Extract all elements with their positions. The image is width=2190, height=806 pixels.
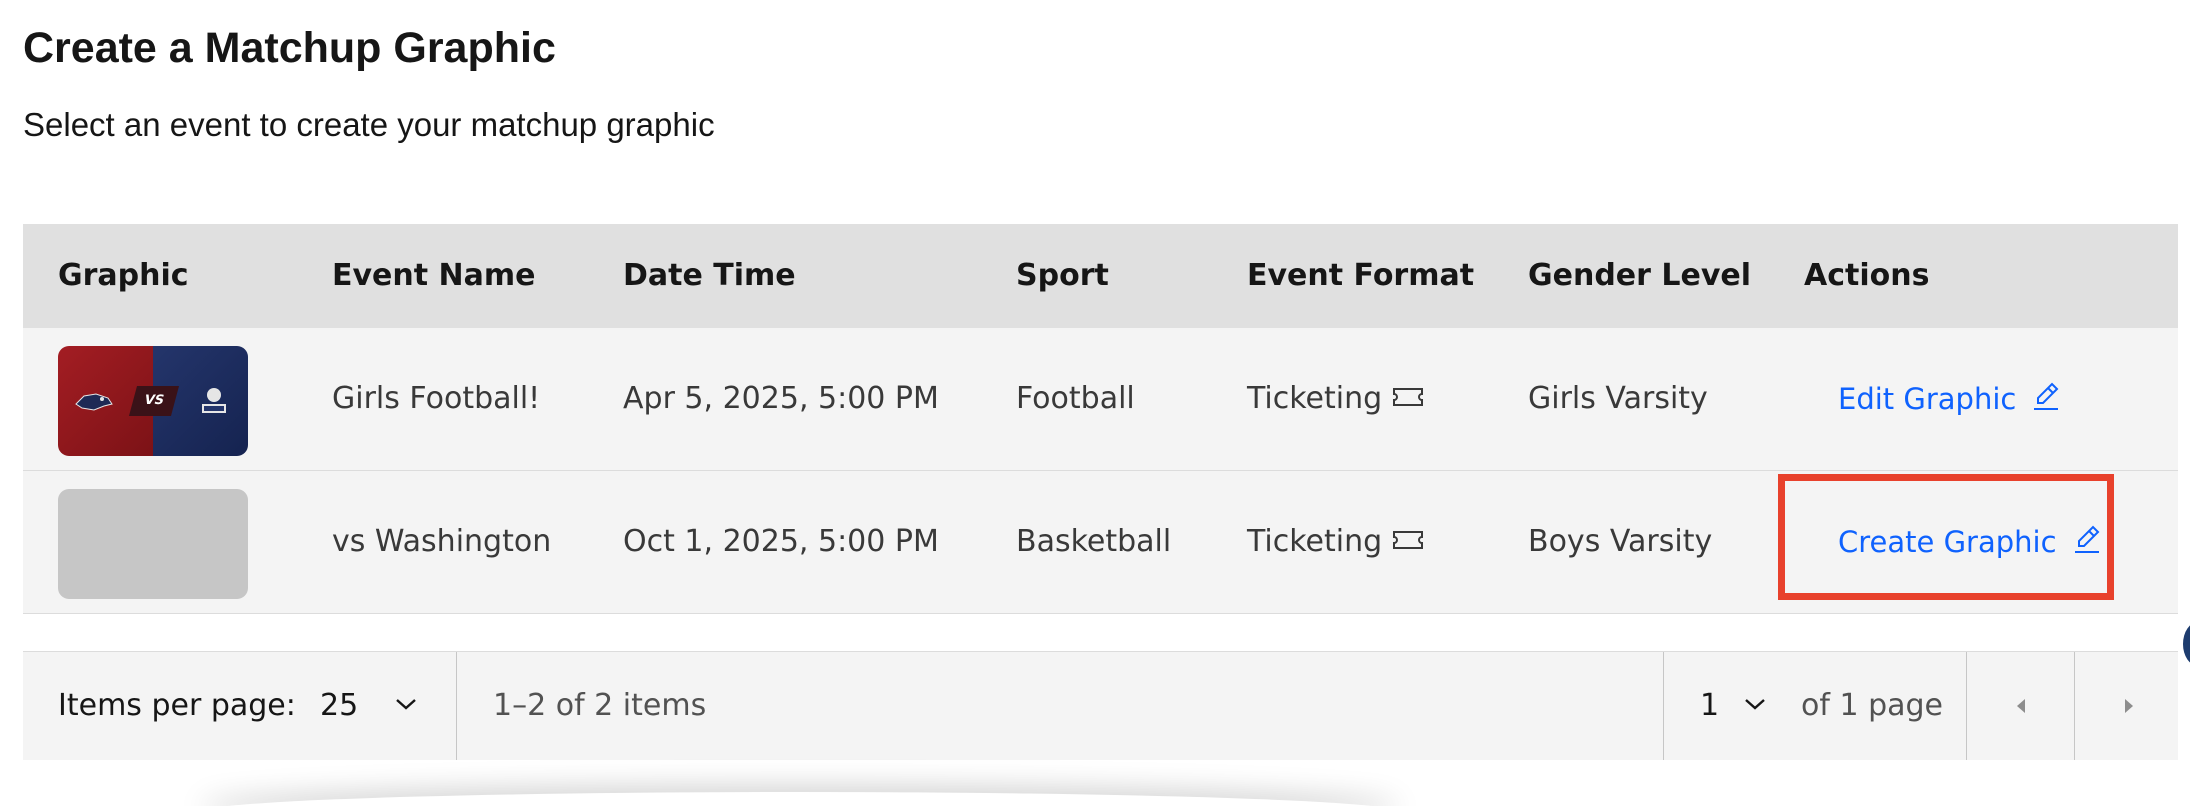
pagination-bar: Items per page: 25 1–2 of 2 items 1 of 1… xyxy=(23,651,2178,760)
pagination-divider xyxy=(456,652,457,760)
page-total-text: of 1 page xyxy=(1801,688,1944,723)
column-header-date-time: Date Time xyxy=(623,258,796,293)
pagination-divider xyxy=(1663,652,1664,760)
event-name: vs Washington xyxy=(332,524,552,559)
items-per-page-label: Items per page: xyxy=(58,688,296,723)
edit-graphic-label: Edit Graphic xyxy=(1838,382,2017,416)
next-page-button[interactable] xyxy=(2075,652,2183,760)
floating-help-button[interactable] xyxy=(2183,622,2190,666)
table-header: Graphic Event Name Date Time Sport Event… xyxy=(23,224,2178,328)
pencil-icon xyxy=(2034,382,2059,410)
matchup-graphic-thumbnail[interactable]: VS xyxy=(58,346,248,456)
chevron-down-icon xyxy=(1744,698,1765,710)
graphic-placeholder xyxy=(58,489,248,599)
column-header-event-format: Event Format xyxy=(1247,258,1475,293)
event-date-time: Apr 5, 2025, 5:00 PM xyxy=(623,381,939,416)
event-sport: Football xyxy=(1016,381,1135,416)
column-header-actions: Actions xyxy=(1804,258,1930,293)
items-per-page-value: 25 xyxy=(320,688,359,723)
table-row: vs Washington Oct 1, 2025, 5:00 PM Baske… xyxy=(23,471,2178,614)
page-title: Create a Matchup Graphic xyxy=(23,24,556,72)
create-graphic-label: Create Graphic xyxy=(1838,525,2057,559)
event-name: Girls Football! xyxy=(332,381,541,416)
event-date-time: Oct 1, 2025, 5:00 PM xyxy=(623,524,939,559)
home-team-logo-icon xyxy=(75,393,113,411)
caret-left-icon xyxy=(2017,699,2025,713)
column-header-event-name: Event Name xyxy=(332,258,536,293)
ticket-icon xyxy=(1393,530,1424,549)
current-page-value: 1 xyxy=(1700,688,1720,723)
event-format-label: Ticketing xyxy=(1247,524,1383,559)
page-number-select[interactable]: 1 xyxy=(1700,652,1767,760)
edit-graphic-link[interactable]: Edit Graphic xyxy=(1838,328,2062,470)
previous-page-button[interactable] xyxy=(1967,652,2075,760)
items-range-text: 1–2 of 2 items xyxy=(493,688,707,723)
event-gender-level: Girls Varsity xyxy=(1528,381,1708,416)
chevron-down-icon xyxy=(395,698,416,710)
event-format: Ticketing xyxy=(1247,328,1424,470)
table-row: VS Girls Football! Apr 5, 2025, 5:00 PM … xyxy=(23,328,2178,471)
caret-right-icon xyxy=(2125,699,2133,713)
events-table: Graphic Event Name Date Time Sport Event… xyxy=(23,224,2178,614)
pencil-icon xyxy=(2074,525,2099,553)
page: Create a Matchup Graphic Select an event… xyxy=(0,0,2190,806)
event-sport: Basketball xyxy=(1016,524,1172,559)
ticket-icon xyxy=(1393,387,1424,406)
column-header-sport: Sport xyxy=(1016,258,1109,293)
event-gender-level: Boys Varsity xyxy=(1528,524,1713,559)
create-graphic-link[interactable]: Create Graphic xyxy=(1838,471,2103,613)
vs-badge: VS xyxy=(128,386,180,416)
page-subtitle: Select an event to create your matchup g… xyxy=(23,106,715,143)
away-team-logo-icon xyxy=(202,388,226,413)
column-header-graphic: Graphic xyxy=(58,258,189,293)
column-header-gender-level: Gender Level xyxy=(1528,258,1752,293)
event-format: Ticketing xyxy=(1247,471,1424,613)
items-per-page-select[interactable]: 25 xyxy=(320,652,418,760)
event-format-label: Ticketing xyxy=(1247,381,1383,416)
card-shadow xyxy=(200,792,1400,806)
